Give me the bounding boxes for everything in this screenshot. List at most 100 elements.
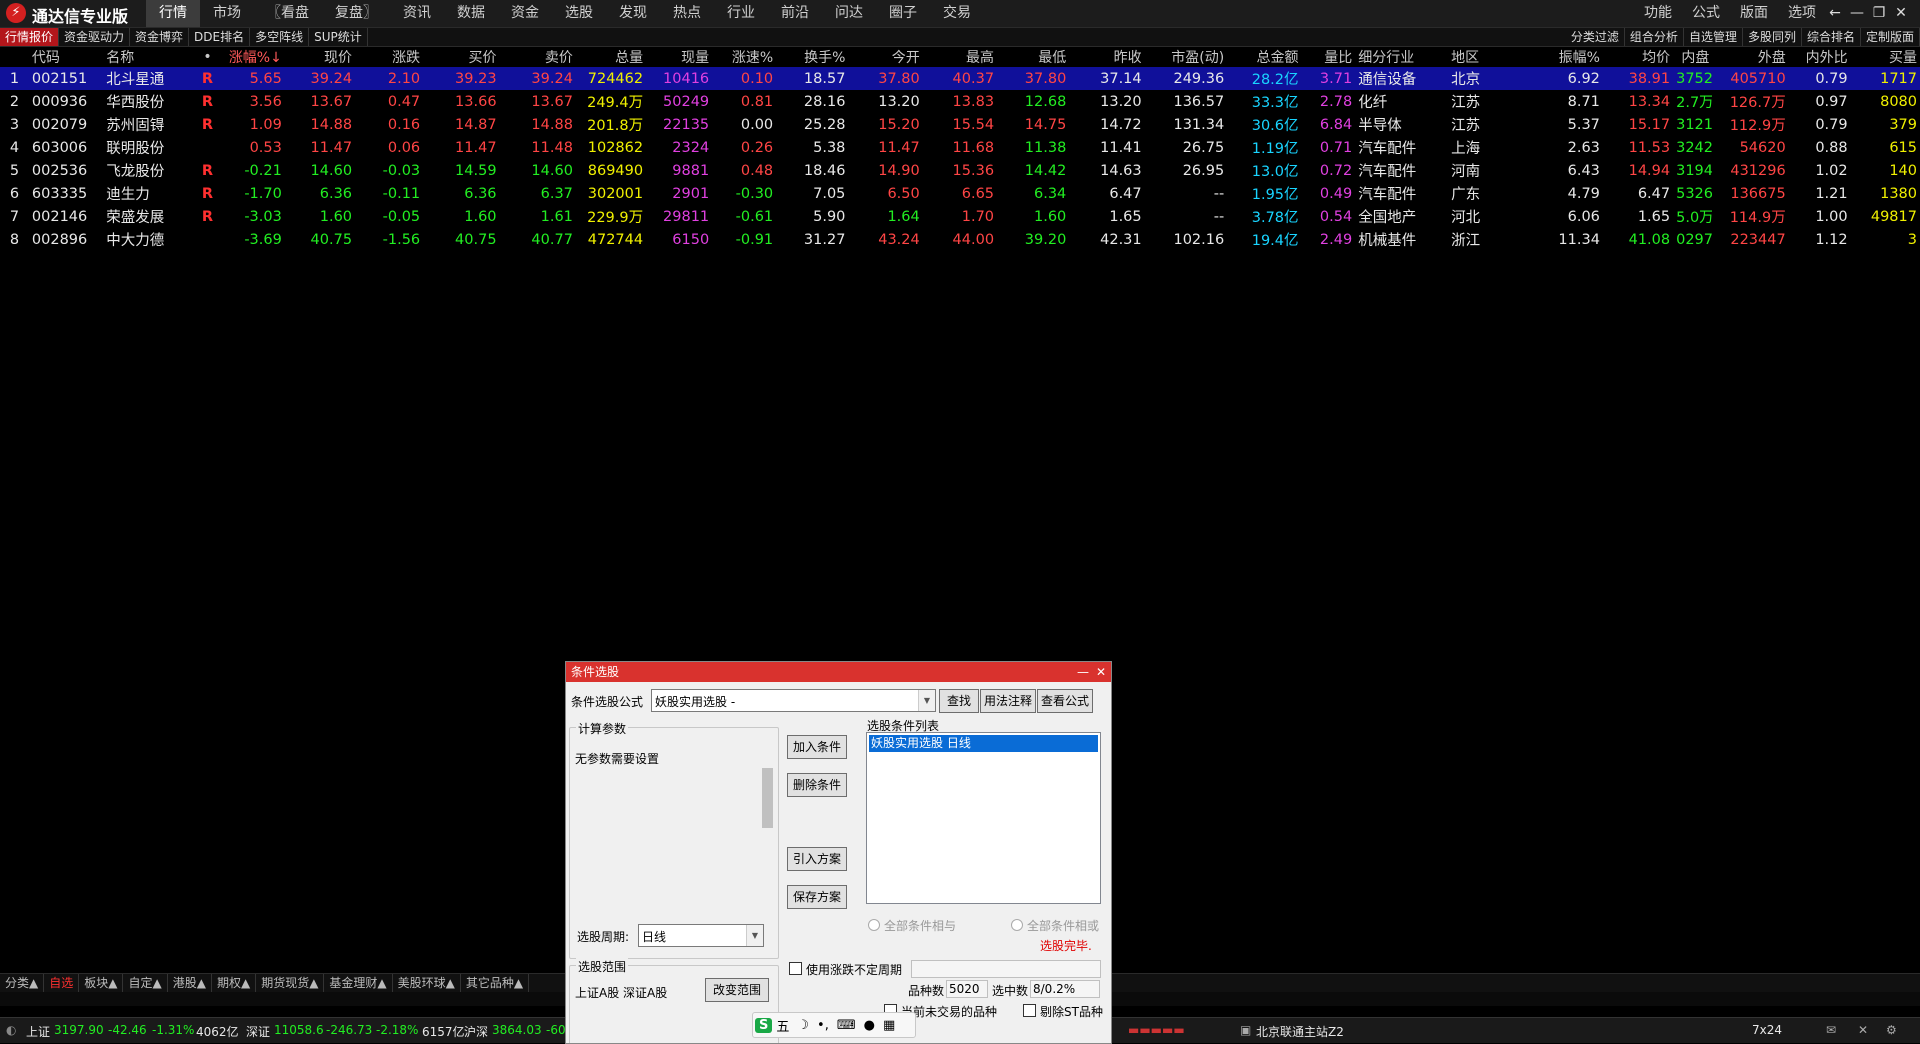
condition-list-item[interactable]: 妖股实用选股 日线 xyxy=(869,735,1098,752)
back-arrow-icon[interactable]: ← xyxy=(1824,0,1846,27)
col-header-pe[interactable]: 市盈(动) xyxy=(1145,47,1228,67)
menu-item-news[interactable]: 资讯 xyxy=(390,0,444,27)
col-header-name[interactable]: 名称 xyxy=(103,47,194,67)
subtab-combo[interactable]: 组合分析 xyxy=(1625,28,1684,46)
subtab-filter[interactable]: 分类过滤 xyxy=(1566,28,1625,46)
subtab-sup-stats[interactable]: SUP统计 xyxy=(309,28,368,46)
col-header-volume[interactable]: 总量 xyxy=(576,47,646,67)
col-header-bid-vol[interactable]: 买量 xyxy=(1851,47,1920,67)
ime-toolbar[interactable]: S 五 ☽ •, ⌨ ● ▦ xyxy=(752,1012,916,1038)
btab-watchlist[interactable]: 自选 xyxy=(44,974,80,992)
radio-all-or[interactable] xyxy=(1011,919,1023,931)
menu-item-frontier[interactable]: 前沿 xyxy=(768,0,822,27)
menu-item-function[interactable]: 功能 xyxy=(1634,0,1682,27)
message-icon[interactable]: ✉ xyxy=(1826,1023,1836,1037)
col-header-high[interactable]: 最高 xyxy=(923,47,997,67)
menu-item-ask[interactable]: 问达 xyxy=(822,0,876,27)
table-row[interactable]: 1 002151 北斗星通 R 5.65 39.24 2.10 39.23 39.24 72446… xyxy=(0,67,1920,90)
settings-icon[interactable]: ⚙ xyxy=(1886,1023,1897,1037)
change-range-button[interactable]: 改变范围 xyxy=(705,978,769,1002)
col-header-row-num[interactable] xyxy=(0,47,29,67)
col-header-inner[interactable]: 内盘 xyxy=(1673,47,1712,67)
punctuation-icon[interactable]: •, xyxy=(813,1018,833,1033)
grid-menu-icon[interactable]: ▦ xyxy=(879,1018,899,1033)
table-row[interactable]: 7 002146 荣盛发展 R -3.03 1.60 -0.05 1.60 1.61 229.9万… xyxy=(0,205,1920,228)
col-header-change-pct[interactable]: 涨幅%↓ xyxy=(221,47,285,67)
find-button[interactable]: 查找 xyxy=(939,689,979,713)
uncertain-period-field[interactable] xyxy=(911,960,1101,978)
mute-icon[interactable]: ✕ xyxy=(1858,1023,1868,1037)
params-scrollbar[interactable] xyxy=(761,738,775,868)
usage-button[interactable]: 用法注释 xyxy=(980,689,1036,713)
col-header-ask[interactable]: 卖价 xyxy=(500,47,576,67)
subtab-quote[interactable]: 行情报价 xyxy=(0,28,60,46)
btab-sector[interactable]: 板块▲ xyxy=(79,974,124,992)
chevron-down-icon[interactable]: ▼ xyxy=(746,925,763,946)
col-header-industry[interactable]: 细分行业 xyxy=(1355,47,1448,67)
user-icon[interactable]: ● xyxy=(860,1018,879,1033)
btab-custom[interactable]: 自定▲ xyxy=(123,974,168,992)
condition-list[interactable]: 妖股实用选股 日线 xyxy=(866,732,1101,904)
col-header-amplitude[interactable]: 振幅% xyxy=(1498,47,1603,67)
menu-item-hot[interactable]: 热点 xyxy=(660,0,714,27)
subtab-dde-rank[interactable]: DDE排名 xyxy=(189,28,251,46)
menu-item-industry[interactable]: 行业 xyxy=(714,0,768,27)
period-select[interactable]: 日线 ▼ xyxy=(638,924,764,947)
subtab-custom[interactable]: 定制版面 xyxy=(1861,28,1920,46)
dialog-minimize-icon[interactable]: — xyxy=(1075,662,1091,682)
sogou-ime-icon[interactable]: S xyxy=(755,1017,773,1033)
menu-item-options[interactable]: 选项 xyxy=(1778,0,1826,27)
subtab-rank[interactable]: 综合排名 xyxy=(1802,28,1861,46)
import-plan-button[interactable]: 引入方案 xyxy=(787,847,847,871)
add-condition-button[interactable]: 加入条件 xyxy=(787,735,847,759)
btab-category[interactable]: 分类▲ xyxy=(0,974,45,992)
index-toggle-icon[interactable]: ◐ xyxy=(6,1023,16,1037)
menu-item-layout[interactable]: 版面 xyxy=(1730,0,1778,27)
subtab-multi[interactable]: 多股同列 xyxy=(1743,28,1802,46)
col-header-price[interactable]: 现价 xyxy=(285,47,355,67)
exclude-st-checkbox[interactable] xyxy=(1023,1004,1036,1017)
view-formula-button[interactable]: 查看公式 xyxy=(1037,689,1093,713)
menu-item-market[interactable]: 市场 xyxy=(200,0,254,27)
chevron-down-icon[interactable]: ▼ xyxy=(918,690,935,711)
minimize-icon[interactable]: — xyxy=(1846,0,1868,27)
col-header-vol-ratio[interactable]: 量比 xyxy=(1302,47,1356,67)
btab-options[interactable]: 期权▲ xyxy=(212,974,257,992)
table-row[interactable]: 5 002536 飞龙股份 R -0.21 14.60 -0.03 14.59 14.60 869… xyxy=(0,159,1920,182)
server-name[interactable]: 北京联通主站Z2 xyxy=(1256,1023,1344,1040)
col-header-open[interactable]: 今开 xyxy=(848,47,922,67)
col-header-avg-price[interactable]: 均价 xyxy=(1603,47,1673,67)
col-header-bid[interactable]: 买价 xyxy=(423,47,499,67)
col-header-amount[interactable]: 总金额 xyxy=(1227,47,1301,67)
close-icon[interactable]: ✕ xyxy=(1890,0,1912,27)
table-row[interactable]: 6 603335 迪生力 R -1.70 6.36 -0.11 6.36 6.37 302001 2… xyxy=(0,182,1920,205)
subtab-watchlist[interactable]: 自选管理 xyxy=(1684,28,1743,46)
menu-item-review[interactable]: 复盘〗 xyxy=(322,0,390,27)
subtab-fund-game[interactable]: 资金博弈 xyxy=(130,28,190,46)
table-row[interactable]: 3 002079 苏州固锝 R 1.09 14.88 0.16 14.87 14.88 201.8… xyxy=(0,113,1920,136)
menu-item-circle[interactable]: 圈子 xyxy=(876,0,930,27)
uncertain-period-checkbox[interactable] xyxy=(789,962,802,975)
menu-item-data[interactable]: 数据 xyxy=(444,0,498,27)
menu-item-formula[interactable]: 公式 xyxy=(1682,0,1730,27)
menu-item-watch[interactable]: 〖看盘 xyxy=(254,0,322,27)
formula-select[interactable]: 妖股实用选股 - ▼ xyxy=(651,689,936,712)
col-header-speed[interactable]: 涨速% xyxy=(712,47,776,67)
menu-item-funds[interactable]: 资金 xyxy=(498,0,552,27)
subtab-long-short[interactable]: 多空阵线 xyxy=(250,28,310,46)
scroll-thumb[interactable] xyxy=(762,768,773,828)
col-header-last-vol[interactable]: 现量 xyxy=(646,47,712,67)
col-header-flag[interactable]: • xyxy=(194,47,221,67)
table-row[interactable]: 4 603006 联明股份 0.53 11.47 0.06 11.47 11.48 102862… xyxy=(0,136,1920,159)
col-header-region[interactable]: 地区 xyxy=(1448,47,1498,67)
btab-us-global[interactable]: 美股环球▲ xyxy=(393,974,461,992)
menu-item-quote[interactable]: 行情 xyxy=(146,0,200,27)
col-header-low[interactable]: 最低 xyxy=(997,47,1069,67)
btab-others[interactable]: 其它品种▲ xyxy=(461,974,530,992)
keyboard-icon[interactable]: ⌨ xyxy=(833,1018,860,1033)
menu-item-discover[interactable]: 发现 xyxy=(606,0,660,27)
subtab-fund-drive[interactable]: 资金驱动力 xyxy=(59,28,131,46)
col-header-change[interactable]: 涨跌 xyxy=(355,47,423,67)
btab-futures[interactable]: 期货现货▲ xyxy=(256,974,325,992)
delete-condition-button[interactable]: 删除条件 xyxy=(787,773,847,797)
